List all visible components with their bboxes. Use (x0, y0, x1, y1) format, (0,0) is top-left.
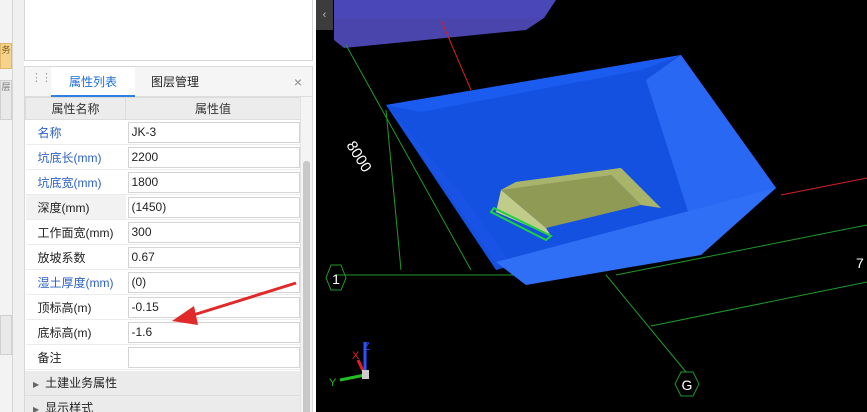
property-panel: ⋮⋮ 属性列表 图层管理 × 属性名称 属性值 名称 JK-3 坑底长(mm) 220… (24, 66, 313, 412)
property-value-cell: (0) (125, 269, 301, 295)
property-name: 备注 (25, 344, 126, 370)
property-name: 深度(mm) (25, 194, 126, 220)
existing-slab-side (334, 18, 544, 48)
group-civil-properties[interactable]: ▶ 土建业务属性 (25, 371, 300, 396)
grid-line (385, 109, 402, 271)
gizmo-z-label: Z (363, 341, 370, 353)
property-value-cell: -0.15 (125, 294, 301, 320)
gizmo-origin (362, 370, 369, 379)
grid-line (650, 281, 867, 327)
grid-line (605, 274, 687, 373)
expand-triangle-icon: ▶ (33, 380, 40, 389)
table-row: 深度(mm) (1450) (25, 194, 301, 220)
property-name: 湿土厚度(mm) (25, 269, 126, 295)
property-value-cell: 2200 (125, 144, 301, 170)
property-name: 放坡系数 (25, 244, 126, 270)
property-value-field[interactable]: -0.15 (127, 296, 300, 318)
left-dock-strip: 务 层 (0, 0, 13, 412)
gizmo-x-label: X (352, 350, 360, 362)
property-name: 坑底长(mm) (25, 144, 126, 170)
property-value-field[interactable]: 1800 (127, 171, 300, 193)
table-row: 放坡系数 0.67 (25, 244, 301, 270)
gizmo-y-axis (339, 373, 366, 382)
property-value-field[interactable]: (1450) (127, 196, 300, 218)
property-value-cell: JK-3 (125, 119, 301, 145)
table-header-row: 属性名称 属性值 (25, 97, 301, 120)
property-name: 底标高(m) (25, 319, 126, 345)
property-value-field[interactable]: 0.67 (127, 246, 300, 268)
column-header-name: 属性名称 (25, 97, 126, 120)
panel-splitter[interactable] (13, 0, 24, 412)
column-header-value: 属性值 (125, 97, 301, 120)
property-value-field[interactable] (127, 346, 300, 368)
property-value-cell: 300 (125, 219, 301, 245)
table-row: 坑底宽(mm) 1800 (25, 169, 301, 195)
collapse-panel-button[interactable]: ‹ (316, 0, 333, 30)
property-scrollbar[interactable] (300, 97, 312, 412)
dock-tab-business[interactable]: 务 (0, 43, 12, 69)
axis-label-1: 1 (332, 271, 340, 287)
dock-tab-other[interactable] (0, 315, 12, 355)
property-name: 名称 (25, 119, 126, 145)
scene-canvas: 8000 1 G 7 Z X Y (325, 0, 867, 397)
table-row: 工作面宽(mm) 300 (25, 219, 301, 245)
property-value-cell: 0.67 (125, 244, 301, 270)
property-panel-tabs: ⋮⋮ 属性列表 图层管理 × (25, 67, 312, 97)
group-display-style[interactable]: ▶ 显示样式 (25, 396, 300, 412)
tab-property-list[interactable]: 属性列表 (51, 67, 135, 97)
property-value-field[interactable]: JK-3 (127, 121, 300, 143)
property-name: 工作面宽(mm) (25, 219, 126, 245)
group-label: 土建业务属性 (45, 376, 118, 390)
table-row: 底标高(m) -1.6 (25, 319, 301, 345)
property-value-field[interactable]: (0) (127, 271, 300, 293)
property-value-field[interactable]: 2200 (127, 146, 300, 168)
table-row: 顶标高(m) -0.15 (25, 294, 301, 320)
property-name: 顶标高(m) (25, 294, 126, 320)
table-row: 名称 JK-3 (25, 119, 301, 145)
dock-tab-layer[interactable]: 层 (0, 80, 12, 120)
scrollbar-thumb[interactable] (303, 161, 310, 412)
table-row: 坑底长(mm) 2200 (25, 144, 301, 170)
table-row: 备注 (25, 344, 301, 370)
gizmo-y-label: Y (329, 377, 337, 389)
red-axis-line (780, 177, 867, 196)
tab-layer-management[interactable]: 图层管理 (145, 67, 205, 97)
dimension-label: 8000 (343, 138, 375, 175)
axis-label-g: G (682, 377, 693, 393)
existing-slab (334, 0, 556, 18)
property-value-cell: -1.6 (125, 319, 301, 345)
axis-label-7: 7 (856, 255, 864, 271)
3d-viewport[interactable]: 8000 1 G 7 Z X Y ‹ (316, 0, 867, 412)
property-value-field[interactable]: 300 (127, 221, 300, 243)
component-list-panel (24, 0, 313, 61)
drag-grip-icon[interactable]: ⋮⋮ (31, 73, 52, 89)
property-name: 坑底宽(mm) (25, 169, 126, 195)
expand-triangle-icon: ▶ (33, 405, 40, 412)
property-value-cell: (1450) (125, 194, 301, 220)
property-value-cell: 1800 (125, 169, 301, 195)
close-icon[interactable]: × (294, 74, 302, 90)
group-label: 显示样式 (45, 401, 94, 412)
table-row: 湿土厚度(mm) (0) (25, 269, 301, 295)
property-table: 属性名称 属性值 名称 JK-3 坑底长(mm) 2200 坑底宽(mm) 1800 深度(… (25, 97, 301, 370)
property-value-cell (125, 344, 301, 370)
property-value-field[interactable]: -1.6 (127, 321, 300, 343)
